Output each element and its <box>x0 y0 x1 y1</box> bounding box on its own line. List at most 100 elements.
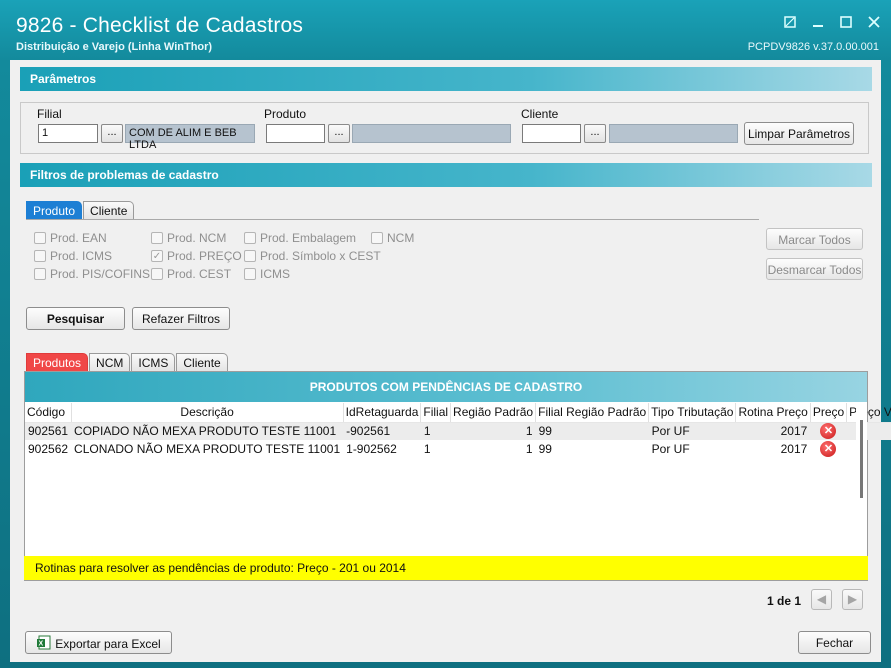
checkbox-box <box>244 268 256 280</box>
checkbox-label: Prod. Símbolo x CEST <box>260 249 381 263</box>
cell-tipo: Por UF <box>651 442 690 456</box>
table-row[interactable]: 902561 COPIADO NÃO MEXA PRODUTO TESTE 11… <box>25 422 891 440</box>
vertical-scrollbar[interactable] <box>856 403 867 556</box>
parametros-panel: Filial 1 ... COM DE ALIM E BEB LTDA Prod… <box>20 102 869 154</box>
col-filial[interactable]: Filial <box>420 403 452 423</box>
excel-icon: X <box>36 635 51 653</box>
section-filtros-header: Filtros de problemas de cadastro <box>20 163 872 187</box>
unmark-all-button[interactable]: Desmarcar Todos <box>766 258 863 280</box>
checkbox-box <box>151 268 163 280</box>
tab-ncm[interactable]: NCM <box>89 353 131 371</box>
close-button[interactable]: Fechar <box>798 631 871 654</box>
window-title: 9826 - Checklist de Cadastros <box>16 14 304 37</box>
results-tabs: Produtos NCM ICMS Cliente <box>26 353 229 371</box>
checkbox-box <box>244 250 256 262</box>
cell-descricao: CLONADO NÃO MEXA PRODUTO TESTE 11001 <box>74 442 341 456</box>
col-preco[interactable]: Preço <box>810 403 848 423</box>
tab-cliente-filter[interactable]: Cliente <box>83 201 135 219</box>
checkbox-prod-cest[interactable]: Prod. CEST <box>151 267 231 281</box>
checkbox-box <box>34 232 46 244</box>
checkbox-box <box>151 232 163 244</box>
checkbox-prod-ncm[interactable]: Prod. NCM <box>151 231 226 245</box>
checkbox-box <box>371 232 383 244</box>
export-label: Exportar para Excel <box>55 637 161 651</box>
col-descricao[interactable]: Descrição <box>71 403 344 423</box>
mark-all-button[interactable]: Marcar Todos <box>766 228 863 250</box>
check-icon: ✓ <box>151 250 163 262</box>
prev-page-button[interactable]: ◀ <box>811 589 832 610</box>
col-regiao-padrao[interactable]: Região Padrão <box>450 403 537 423</box>
window-subtitle: Distribuição e Varejo (Linha WinThor) <box>16 41 213 53</box>
checkbox-prod-embalagem[interactable]: Prod. Embalagem <box>244 231 356 245</box>
checkbox-icms[interactable]: ICMS <box>244 267 290 281</box>
checkbox-label: ICMS <box>260 267 290 281</box>
cliente-browse-button[interactable]: ... <box>584 124 606 143</box>
export-excel-button[interactable]: X Exportar para Excel <box>25 631 172 654</box>
tab-icms[interactable]: ICMS <box>131 353 176 371</box>
col-tipo-tributacao[interactable]: Tipo Tributação <box>648 403 737 423</box>
close-icon[interactable] <box>867 15 881 29</box>
col-idretaguarda[interactable]: IdRetaguarda <box>343 403 422 423</box>
cell-descricao: COPIADO NÃO MEXA PRODUTO TESTE 11001 <box>71 422 344 440</box>
checkbox-prod-icms[interactable]: Prod. ICMS <box>34 249 112 263</box>
table-header-row: Código Descrição IdRetaguarda Filial Reg… <box>25 403 891 423</box>
checkbox-label: Prod. PREÇO <box>167 249 242 263</box>
cell-preco: ✕ <box>810 422 847 440</box>
cell-regiao: 1 <box>450 422 536 440</box>
cell-preco: ✕ <box>810 440 846 458</box>
main-content: Parâmetros Filial 1 ... COM DE ALIM E BE… <box>10 60 891 662</box>
cell-codigo: 902562 <box>28 442 69 456</box>
checkbox-prod-ean[interactable]: Prod. EAN <box>34 231 107 245</box>
tab-cliente[interactable]: Cliente <box>176 353 228 371</box>
maximize-icon[interactable] <box>839 15 853 29</box>
col-filial-regiao-padrao[interactable]: Filial Região Padrão <box>535 403 650 423</box>
table-row[interactable]: 902562 CLONADO NÃO MEXA PRODUTO TESTE 11… <box>25 440 891 458</box>
tab-produtos[interactable]: Produtos <box>26 353 89 371</box>
filial-browse-button[interactable]: ... <box>101 124 123 143</box>
cliente-description <box>609 124 738 143</box>
checkbox-label: Prod. PIS/COFINS <box>50 267 151 281</box>
section-parametros-header: Parâmetros <box>20 67 872 91</box>
next-page-button[interactable]: ▶ <box>842 589 863 610</box>
scrollbar-thumb[interactable] <box>860 420 863 498</box>
produto-input[interactable] <box>266 124 325 143</box>
checkbox-prod-simbolo-cest[interactable]: Prod. Símbolo x CEST <box>244 249 381 263</box>
checkbox-label: Prod. ICMS <box>50 249 113 263</box>
cell-rotina: 2017 <box>735 422 811 440</box>
title-bar[interactable]: 9826 - Checklist de Cadastros Distribuiç… <box>0 0 891 60</box>
redo-filters-button[interactable]: Refazer Filtros <box>132 307 230 330</box>
filial-input[interactable]: 1 <box>38 124 98 143</box>
filial-description: COM DE ALIM E BEB LTDA <box>125 124 255 151</box>
cliente-input[interactable] <box>522 124 581 143</box>
filtros-tabs: Produto Cliente <box>26 201 135 219</box>
produto-browse-button[interactable]: ... <box>328 124 350 143</box>
cell-filial-regiao: 99 <box>535 422 649 440</box>
col-preco-venda[interactable]: Preço Venda <box>846 403 891 423</box>
cell-filial-regiao: 99 <box>538 442 552 456</box>
checkbox-label: Prod. NCM <box>167 231 227 245</box>
results-grid: PRODUTOS COM PENDÊNCIAS DE CADASTRO Códi… <box>24 371 891 581</box>
grid-title: PRODUTOS COM PENDÊNCIAS DE CADASTRO <box>25 372 867 402</box>
cell-filial: 1 <box>423 442 431 456</box>
col-rotina-preco[interactable]: Rotina Preço <box>735 403 811 423</box>
version-label: PCPDV9826 v.37.0.00.001 <box>747 41 879 53</box>
checkbox-prod-pis-cofins[interactable]: Prod. PIS/COFINS <box>34 267 150 281</box>
clear-params-button[interactable]: Limpar Parâmetros <box>744 122 854 145</box>
col-codigo[interactable]: Código <box>25 403 72 423</box>
filial-label: Filial <box>37 107 62 121</box>
app-window: 9826 - Checklist de Cadastros Distribuiç… <box>0 0 891 668</box>
checkbox-prod-preco[interactable]: ✓ Prod. PREÇO <box>151 249 242 263</box>
search-button[interactable]: Pesquisar <box>26 307 125 330</box>
checkbox-label: Prod. CEST <box>167 267 232 281</box>
page-indicator: 1 de 1 <box>767 594 802 608</box>
svg-text:X: X <box>39 641 44 648</box>
checkbox-ncm[interactable]: NCM <box>371 231 414 245</box>
checkbox-label: Prod. Embalagem <box>260 231 357 245</box>
cell-idretaguarda: 1-902562 <box>346 442 397 456</box>
checkbox-box <box>34 250 46 262</box>
minimize-icon[interactable] <box>811 15 825 29</box>
tab-produto-filter[interactable]: Produto <box>26 201 83 219</box>
restore-icon[interactable] <box>783 15 797 29</box>
tab-divider <box>26 219 759 220</box>
checkbox-box <box>34 268 46 280</box>
